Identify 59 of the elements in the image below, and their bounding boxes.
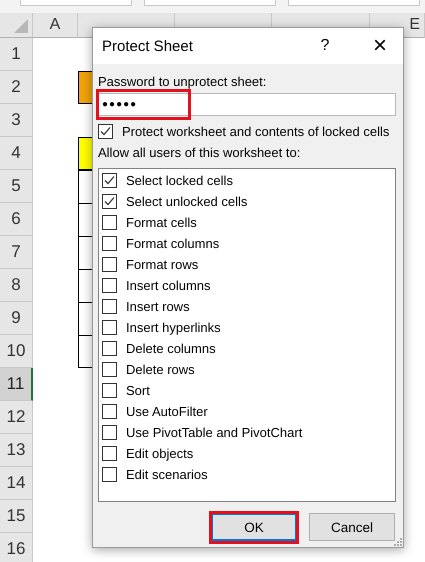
row-header[interactable]: 4	[0, 137, 33, 170]
column-header[interactable]: A	[33, 13, 78, 38]
checkbox-label: Format cells	[126, 215, 197, 230]
row-header[interactable]: 8	[0, 269, 33, 302]
row-header[interactable]: 9	[0, 302, 33, 335]
row-header[interactable]: 5	[0, 170, 33, 203]
resize-grip-icon[interactable]	[394, 538, 402, 546]
checkbox-label: Use PivotTable and PivotChart	[126, 425, 302, 440]
row-header[interactable]: 14	[0, 467, 33, 500]
checkbox-label: Format columns	[126, 236, 220, 251]
checkbox-label: Delete rows	[126, 362, 195, 377]
checkbox[interactable]	[102, 278, 117, 293]
checkbox-label: Select locked cells	[126, 173, 233, 188]
checkbox[interactable]	[102, 299, 117, 314]
checkbox[interactable]	[102, 215, 117, 230]
checkbox[interactable]	[102, 320, 117, 335]
checkbox-label: Edit objects	[126, 446, 194, 461]
row-header[interactable]: 10	[0, 335, 33, 368]
checkbox-label: Insert rows	[126, 299, 190, 314]
checkbox[interactable]	[102, 257, 117, 272]
row-header[interactable]: 11	[0, 368, 33, 401]
checkbox-label: Select unlocked cells	[126, 194, 248, 209]
checkbox-label: Insert columns	[126, 278, 211, 293]
formula-field[interactable]	[288, 0, 420, 6]
checkbox-label: Edit scenarios	[126, 467, 208, 482]
checkbox[interactable]	[98, 124, 113, 138]
cancel-button[interactable]: Cancel	[309, 513, 395, 541]
checkbox-label: Delete columns	[126, 341, 216, 356]
checkbox[interactable]	[102, 425, 117, 440]
checkbox[interactable]	[102, 467, 117, 482]
permissions-label: Allow all users of this worksheet to:	[98, 145, 302, 160]
row-header[interactable]: 7	[0, 236, 33, 269]
checkbox[interactable]	[102, 341, 117, 356]
checkbox-label: Insert hyperlinks	[126, 320, 221, 335]
row-header[interactable]: 12	[0, 401, 33, 434]
row-header[interactable]: 1	[0, 38, 33, 71]
row-header[interactable]: 6	[0, 203, 33, 236]
checkbox-label: Sort	[126, 383, 150, 398]
checkbox-label: Protect worksheet and contents of locked cells	[122, 124, 390, 138]
row-header[interactable]: 15	[0, 500, 33, 533]
checkbox-label: Format rows	[126, 257, 198, 272]
checkbox[interactable]	[102, 173, 117, 188]
checkbox-label: Use AutoFilter	[126, 404, 208, 419]
checkbox[interactable]	[102, 383, 117, 398]
checkbox[interactable]	[102, 446, 117, 461]
password-label: Password to unprotect sheet:	[98, 74, 268, 89]
checkbox[interactable]	[102, 236, 117, 251]
help-button[interactable]: ?	[305, 37, 345, 55]
dialog-title: Protect Sheet	[102, 38, 194, 54]
checkbox[interactable]	[102, 362, 117, 377]
row-header[interactable]: 16	[0, 533, 33, 562]
ok-button[interactable]: OK	[211, 513, 297, 541]
row-header[interactable]: 13	[0, 434, 33, 467]
password-field[interactable]: ●●●●●	[98, 93, 396, 116]
row-header[interactable]: 3	[0, 104, 33, 137]
row-header[interactable]: 2	[0, 71, 33, 104]
formula-field[interactable]	[144, 0, 276, 6]
checkbox[interactable]	[102, 194, 117, 209]
checkbox[interactable]	[102, 404, 117, 419]
